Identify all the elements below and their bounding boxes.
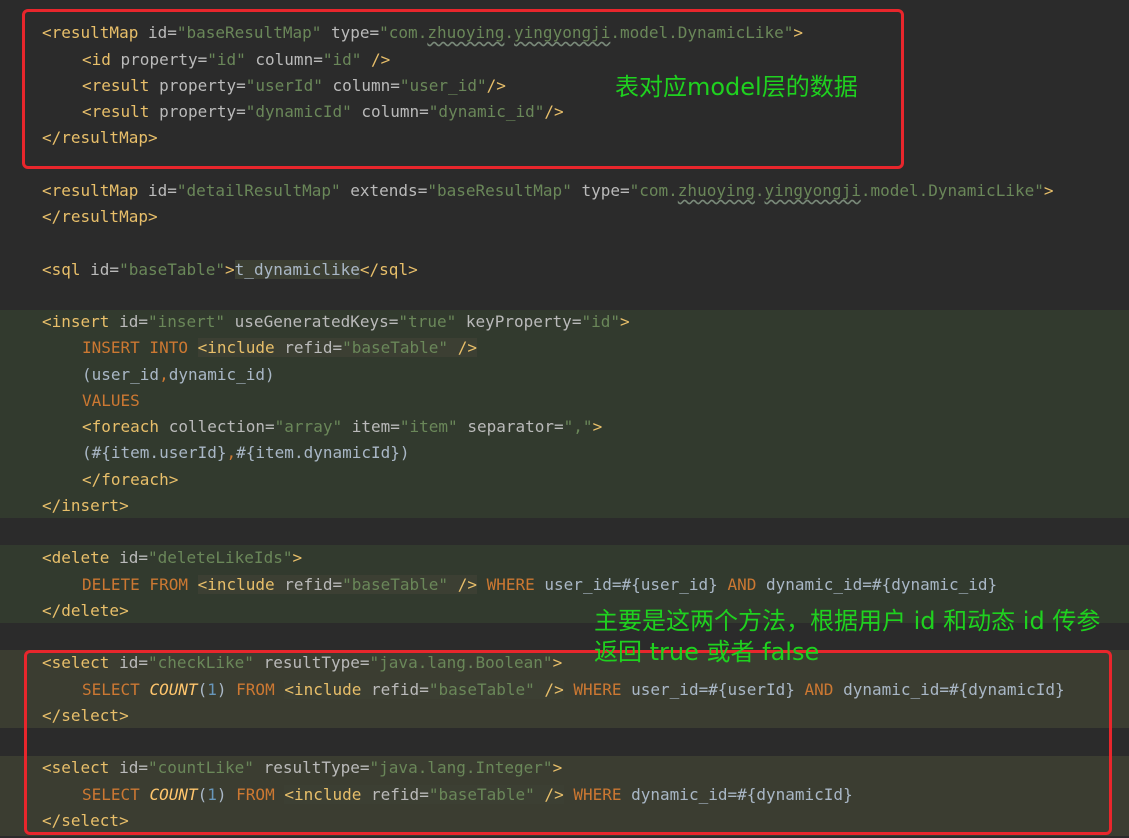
value-token: "true" [398, 312, 457, 331]
value-token: .model.DynamicLike" [860, 181, 1044, 200]
attr-token: type= [571, 181, 630, 200]
tag-token: > [292, 548, 303, 567]
value-token: "insert" [147, 312, 226, 331]
value-token: "deleteLikeIds" [147, 548, 293, 567]
tag-token: <delete [42, 548, 110, 567]
plain-token: (user_id [82, 365, 160, 384]
tag-token: <insert [42, 312, 110, 331]
plain-token: dynamic_id) [168, 365, 275, 384]
tag-token: > [619, 312, 630, 331]
tag-token: <include [197, 338, 275, 357]
tag-token: > [225, 260, 235, 279]
comma-token: , [226, 443, 237, 462]
keyword-token: VALUES [82, 391, 140, 410]
value-token: "baseTable" [119, 260, 226, 279]
code-line-sql[interactable]: <sql id="baseTable">t_dynamiclike</sql> [42, 257, 418, 283]
code-line-delete[interactable]: <delete id="deleteLikeIds"> [42, 545, 302, 571]
code-line-insert-into[interactable]: INSERT INTO <include refid="baseTable" /… [42, 335, 477, 361]
value-token: . [754, 181, 765, 200]
tag-token: > [592, 417, 603, 436]
attr-token: refid= [274, 338, 343, 357]
code-line-resultmap-close[interactable]: </resultMap> [42, 204, 158, 230]
value-token: "array" [274, 417, 343, 436]
attr-token: id= [109, 548, 148, 567]
value-token: "baseResultMap" [427, 181, 572, 200]
code-line-values[interactable]: VALUES [42, 388, 140, 414]
annotation-note-line2: 返回 true 或者 false [594, 638, 820, 666]
code-line-foreach[interactable]: <foreach collection="array" item="item" … [42, 414, 602, 440]
attr-token: id= [80, 260, 120, 279]
tag-token: </sql> [359, 260, 418, 279]
code-line-delete-close[interactable]: </delete> [42, 598, 129, 624]
tag-token: > [1043, 181, 1054, 200]
code-line-insert-close[interactable]: </insert> [42, 493, 129, 519]
value-token: "item" [399, 417, 458, 436]
spellcheck-token: yingyongji [764, 181, 861, 200]
code-line-delete-body[interactable]: DELETE FROM <include refid="baseTable" /… [42, 572, 997, 598]
sql-body-token: t_dynamiclike [234, 260, 360, 279]
tag-token: <sql [42, 260, 81, 279]
code-line-foreach-close[interactable]: </foreach> [42, 467, 178, 493]
value-token: "id" [581, 312, 620, 331]
plain-token: user_id=#{user_id} [544, 575, 728, 594]
code-line-foreach-body[interactable]: (#{item.userId},#{item.dynamicId}) [42, 440, 410, 466]
annotation-note-line1: 主要是这两个方法，根据用户 id 和动态 id 传参 [594, 607, 1101, 635]
attr-token: extends= [340, 181, 428, 200]
keyword-token: INSERT INTO [82, 338, 198, 357]
plain-token: dynamic_id=#{dynamic_id} [765, 575, 998, 594]
attr-token: separator= [457, 417, 564, 436]
plain-token: (#{item.userId} [82, 443, 227, 462]
tag-token: <include [197, 575, 275, 594]
plain-token: #{item.dynamicId}) [236, 443, 410, 462]
attr-token: keyProperty= [456, 312, 582, 331]
tag-token: <foreach [82, 417, 160, 436]
value-token: "baseTable" [342, 575, 449, 594]
tag-token: /> [448, 575, 477, 594]
keyword-token: WHERE [476, 575, 545, 594]
code-line-insert[interactable]: <insert id="insert" useGeneratedKeys="tr… [42, 309, 630, 335]
value-token: "com. [629, 181, 678, 200]
tag-token: /> [448, 338, 477, 357]
attr-token: refid= [274, 575, 343, 594]
attr-token: id= [138, 181, 177, 200]
attr-token: item= [342, 417, 400, 436]
tag-token: <resultMap [42, 181, 139, 200]
comma-token: , [159, 365, 169, 384]
code-line-columns[interactable]: (user_id,dynamic_id) [42, 362, 275, 388]
value-token: "," [563, 417, 593, 436]
attr-token: useGeneratedKeys= [225, 312, 399, 331]
annotation-box-select-methods [24, 650, 1112, 835]
value-token: "detailResultMap" [176, 181, 341, 200]
keyword-token: AND [727, 575, 766, 594]
annotation-note-resultmap: 表对应model层的数据 [615, 73, 858, 101]
keyword-token: DELETE FROM [82, 575, 198, 594]
annotation-note-select-methods: 主要是这两个方法，根据用户 id 和动态 id 传参 返回 true 或者 fa… [594, 606, 1100, 668]
value-token: "baseTable" [342, 338, 449, 357]
code-line-resultmap-detail[interactable]: <resultMap id="detailResultMap" extends=… [42, 178, 1054, 204]
spellcheck-token: zhuoying [677, 181, 755, 200]
attr-token: id= [109, 312, 148, 331]
attr-token: collection= [159, 417, 275, 436]
